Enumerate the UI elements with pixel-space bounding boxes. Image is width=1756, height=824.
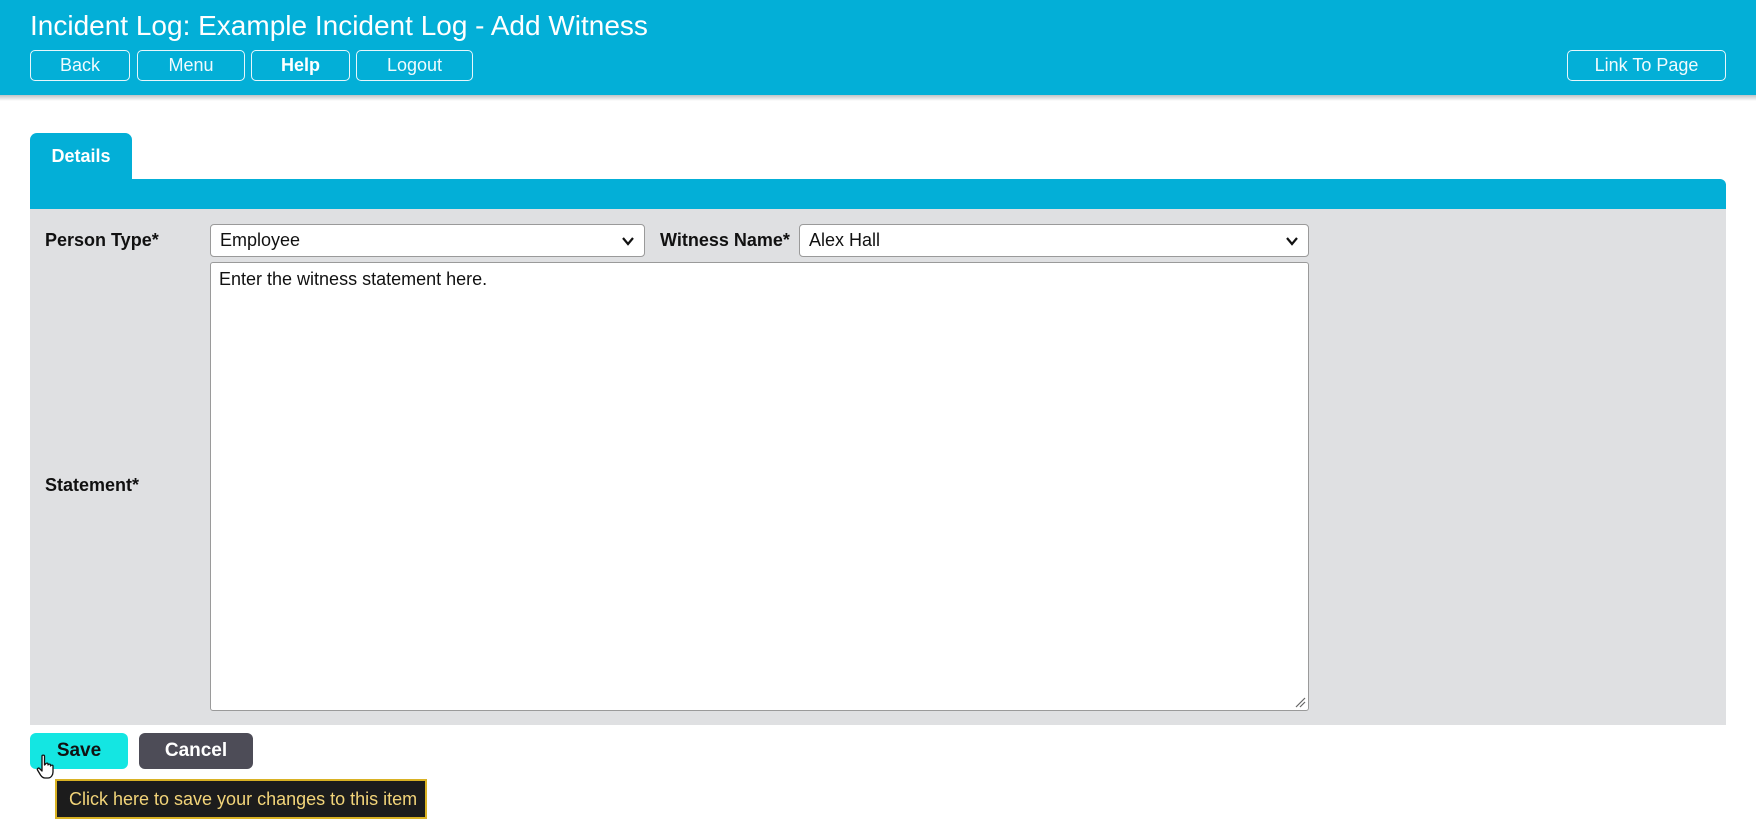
statement-label: Statement* — [45, 475, 140, 495]
person-type-label: Person Type* — [45, 230, 159, 250]
tab-bar — [30, 179, 1726, 209]
save-tooltip: Click here to save your changes to this … — [55, 779, 427, 819]
chevron-down-icon — [622, 237, 634, 246]
statement-text: Enter the witness statement here. — [219, 269, 488, 289]
tab-details[interactable]: Details — [30, 133, 132, 180]
logout-button[interactable]: Logout — [356, 50, 473, 81]
person-type-value: Employee — [220, 230, 301, 250]
menu-button[interactable]: Menu — [137, 50, 245, 81]
link-to-page-button[interactable]: Link To Page — [1567, 50, 1726, 81]
app-header: Incident Log: Example Incident Log - Add… — [0, 0, 1756, 95]
help-button[interactable]: Help — [251, 50, 350, 81]
header-shadow — [0, 95, 1756, 101]
hand-pointer-cursor-icon — [36, 754, 54, 779]
page-title: Incident Log: Example Incident Log - Add… — [30, 10, 648, 41]
back-button[interactable]: Back — [30, 50, 130, 81]
person-type-select[interactable]: Employee — [210, 224, 645, 257]
resize-grip-icon[interactable] — [1294, 696, 1306, 708]
statement-textarea[interactable]: Enter the witness statement here. — [210, 262, 1309, 711]
cancel-button[interactable]: Cancel — [139, 733, 253, 769]
witness-name-label: Witness Name* — [660, 230, 790, 250]
witness-name-select[interactable]: Alex Hall — [799, 224, 1309, 257]
chevron-down-icon — [1286, 237, 1298, 246]
witness-name-value: Alex Hall — [809, 230, 881, 250]
